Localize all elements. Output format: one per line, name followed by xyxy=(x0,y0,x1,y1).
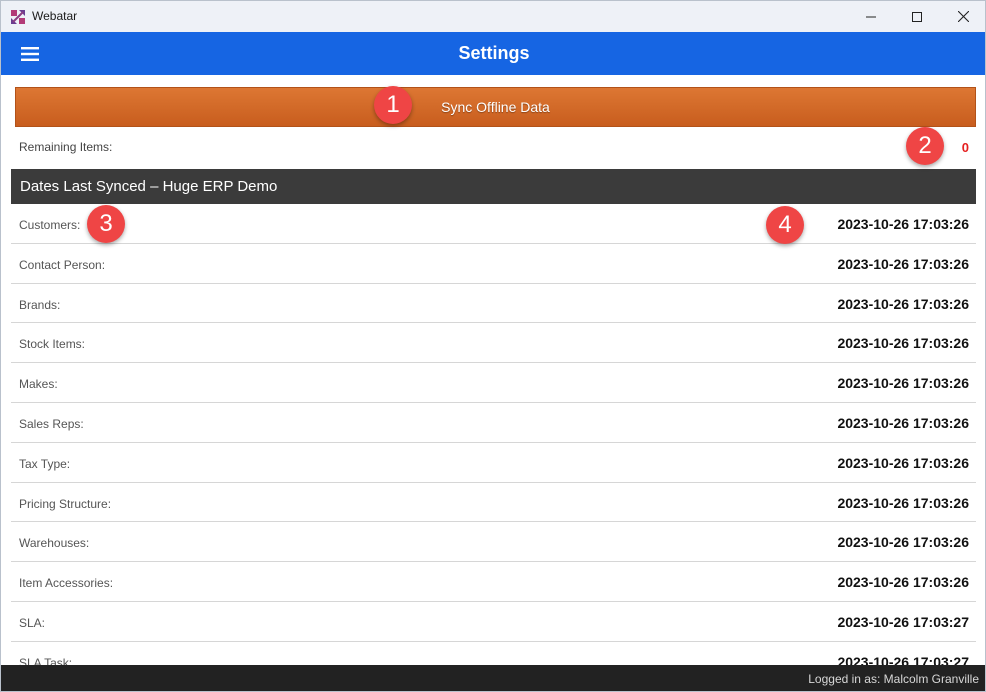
list-item-label: Pricing Structure: xyxy=(19,496,112,511)
page-title: Settings xyxy=(458,43,530,63)
list-item-label: Brands: xyxy=(19,297,61,312)
list-item-label: SLA Task: xyxy=(19,655,73,665)
close-button[interactable] xyxy=(940,1,985,32)
list-item: Warehouses: 2023-10-26 17:03:26 xyxy=(11,522,976,563)
list-item-label: Contact Person: xyxy=(19,257,106,272)
list-item-label: Item Accessories: xyxy=(19,576,114,591)
maximize-button[interactable] xyxy=(894,1,940,32)
remaining-items-label: Remaining Items: xyxy=(19,140,113,154)
sync-offline-data-button[interactable]: Sync Offline Data xyxy=(15,87,976,127)
list-item: Customers: 2023-10-26 17:03:26 xyxy=(11,204,976,244)
list-item-date: 2023-10-26 17:03:26 xyxy=(837,255,969,272)
section-header: Dates Last Synced – Huge ERP Demo xyxy=(11,169,976,204)
callout-marker-4: 4 xyxy=(766,206,804,244)
minimize-button[interactable] xyxy=(848,1,894,32)
list-item: Item Accessories: 2023-10-26 17:03:26 xyxy=(11,562,976,602)
list-item: Stock Items: 2023-10-26 17:03:26 xyxy=(11,323,976,364)
list-item: Tax Type: 2023-10-26 17:03:26 xyxy=(11,443,976,483)
close-icon xyxy=(957,11,969,22)
sync-dates-list: Customers: 2023-10-26 17:03:26 Contact P… xyxy=(11,204,976,665)
title-bar: Webatar xyxy=(1,1,985,32)
list-item: Makes: 2023-10-26 17:03:26 xyxy=(11,363,976,403)
remaining-items-row: Remaining Items: 0 xyxy=(11,127,976,167)
list-item-date: 2023-10-26 17:03:26 xyxy=(837,494,969,511)
list-item-date: 2023-10-26 17:03:26 xyxy=(837,335,969,352)
list-item: SLA Task: 2023-10-26 17:03:27 xyxy=(11,642,976,665)
list-item-date: 2023-10-26 17:03:26 xyxy=(837,574,969,591)
minimize-icon xyxy=(866,16,876,17)
list-item: Contact Person: 2023-10-26 17:03:26 xyxy=(11,244,976,284)
maximize-icon xyxy=(912,11,922,22)
status-footer: Logged in as: Malcolm Granville xyxy=(1,665,985,691)
callout-marker-3: 3 xyxy=(87,205,125,243)
list-item-label: Warehouses: xyxy=(19,536,90,551)
list-item-label: Makes: xyxy=(19,377,58,392)
settings-content: Sync Offline Data Remaining Items: 0 Dat… xyxy=(1,75,985,665)
list-item-date: 2023-10-26 17:03:26 xyxy=(837,295,969,312)
list-item: Sales Reps: 2023-10-26 17:03:26 xyxy=(11,403,976,443)
list-item-label: Sales Reps: xyxy=(19,416,84,431)
app-window: Webatar Settings Sync Offline Data Remai… xyxy=(0,0,986,692)
remaining-items-count: 0 xyxy=(961,140,969,155)
list-item-date: 2023-10-26 17:03:26 xyxy=(837,454,969,471)
list-item: Brands: 2023-10-26 17:03:26 xyxy=(11,284,976,324)
list-item-date: 2023-10-26 17:03:26 xyxy=(837,375,969,392)
list-item-date: 2023-10-26 17:03:26 xyxy=(837,216,969,232)
list-item-date: 2023-10-26 17:03:27 xyxy=(837,613,969,630)
list-item-label: Customers: xyxy=(19,218,81,232)
app-header: Settings xyxy=(1,32,985,75)
list-item-date: 2023-10-26 17:03:26 xyxy=(837,534,969,551)
list-item-label: Stock Items: xyxy=(19,337,86,352)
list-item: SLA: 2023-10-26 17:03:27 xyxy=(11,602,976,642)
section-title: Dates Last Synced – Huge ERP Demo xyxy=(20,178,278,195)
webatar-logo-icon xyxy=(11,10,25,24)
list-item-label: SLA: xyxy=(19,615,46,630)
callout-marker-1: 1 xyxy=(374,86,412,124)
window-title: Webatar xyxy=(32,9,78,23)
callout-marker-2: 2 xyxy=(906,127,944,165)
logged-in-user: Logged in as: Malcolm Granville xyxy=(808,672,979,686)
list-item-date: 2023-10-26 17:03:27 xyxy=(837,653,969,665)
list-item-label: Tax Type: xyxy=(19,456,71,471)
list-item-date: 2023-10-26 17:03:26 xyxy=(837,414,969,431)
list-item: Pricing Structure: 2023-10-26 17:03:26 xyxy=(11,483,976,523)
